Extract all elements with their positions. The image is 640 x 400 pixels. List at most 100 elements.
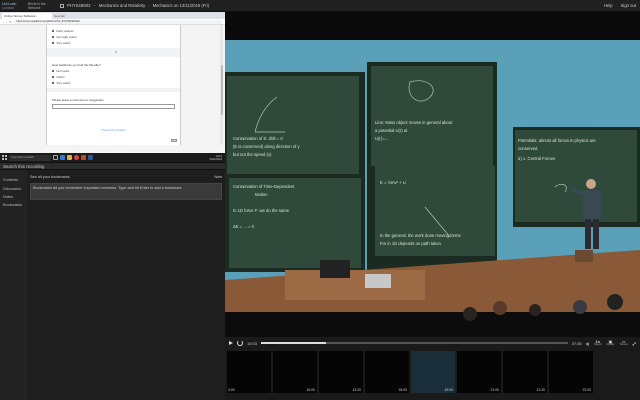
- help-link[interactable]: Help: [604, 3, 613, 8]
- thumbnail-time: 21:00: [490, 388, 500, 392]
- play-icon[interactable]: [229, 341, 233, 345]
- lecture-scene: Conservation of E: d/dt = 0 (E is conser…: [225, 12, 640, 337]
- survey-option[interactable]: Not useful: [52, 69, 175, 73]
- nav-bookmarks[interactable]: Bookmarks: [0, 201, 27, 209]
- thumbnail[interactable]: 21:00: [457, 351, 501, 393]
- network-line2: Network: [28, 5, 41, 10]
- survey-option[interactable]: Very useful: [52, 41, 175, 45]
- thumbnail[interactable]: 0:00: [227, 351, 271, 393]
- scroll-thumb[interactable]: [220, 65, 223, 115]
- browser-tab-new[interactable]: New tab: [52, 13, 102, 19]
- thumbnail[interactable]: 21:30: [503, 351, 547, 393]
- thumbnail-time: 13:20: [352, 388, 362, 392]
- survey-option[interactable]: Not really useful: [52, 35, 175, 39]
- thumbnail-time: 18:00: [398, 388, 408, 392]
- board1-line3: but not the speed (v): [233, 152, 272, 157]
- thumbnail[interactable]: 10:00: [273, 351, 317, 393]
- side-nav: Contents Discussion Notes Bookmarks: [0, 170, 27, 400]
- option-label: Not useful: [56, 69, 69, 73]
- browser-tabs: Online Survey Software New tab: [0, 12, 225, 19]
- thumbnail[interactable]: 18:00: [365, 351, 409, 393]
- speed-label: Speed: [593, 343, 602, 346]
- survey-option[interactable]: Very useful: [52, 81, 175, 85]
- reload-icon[interactable]: ↻: [9, 20, 12, 24]
- thumbnail[interactable]: 22:00: [549, 351, 593, 393]
- board5-line2: In the general, the work done moving for…: [380, 233, 461, 238]
- browser-tab-survey[interactable]: Online Survey Software: [2, 13, 52, 19]
- thumbnail[interactable]: 13:20: [319, 351, 363, 393]
- board3-line2: conserved: [518, 146, 538, 151]
- checkbox-icon: [52, 41, 55, 45]
- option-label: Not really useful: [56, 35, 77, 39]
- survey-option[interactable]: Fairly useless: [52, 29, 175, 33]
- search-recording-input[interactable]: Search this recording: [0, 162, 225, 170]
- survey-form: Fairly useless Not really useful Very us…: [46, 25, 181, 145]
- form-footer[interactable]: Powered by Qualtrics: [52, 129, 175, 132]
- thumbnail-time: 22:00: [582, 388, 592, 392]
- taskbar-clock: 10:12 13/11/2019: [209, 155, 222, 161]
- checkbox-icon: [52, 29, 55, 33]
- nav-discussion[interactable]: Discussion: [0, 184, 27, 192]
- blackboard-4: [229, 178, 361, 268]
- board1-line1: Conservation of E: d/dt = 0: [233, 136, 283, 141]
- screen-button[interactable]: ▭ Screen: [620, 340, 628, 347]
- sign-out-link[interactable]: Sign out: [621, 3, 636, 8]
- clock-date: 13/11/2019: [209, 157, 222, 161]
- survey-question: How helpful do you find the Moodle?: [52, 63, 101, 67]
- thumbnail-strip: 0:00 10:00 13:20 18:00 19:00 21:00 21:30…: [225, 349, 640, 400]
- seek-bar[interactable]: [261, 342, 568, 344]
- blackboard-3: [515, 130, 637, 222]
- page-scrollbar[interactable]: [220, 25, 223, 145]
- file-explorer-icon[interactable]: [67, 155, 72, 160]
- back-arrow-icon[interactable]: ‹: [3, 20, 4, 24]
- thumbnail[interactable]: 19:00: [411, 351, 455, 393]
- divider-text: ||: [115, 50, 117, 54]
- course-title[interactable]: Mechanics and Relativity: [99, 3, 145, 8]
- comment-textarea[interactable]: [52, 104, 175, 109]
- board1-line2: (E is conserved) along direction of y: [233, 144, 300, 149]
- option-label: Fairly useless: [56, 29, 74, 33]
- volume-button[interactable]: ◂): [586, 341, 589, 345]
- comment-prompt: Please leave a comment or suggestion: [52, 98, 104, 102]
- task-view-icon[interactable]: [53, 155, 58, 160]
- board4-line4: ΔE = ... = 0: [233, 224, 255, 229]
- network-link[interactable]: Brickt in the Network: [28, 1, 50, 11]
- address-bar[interactable]: https://xxxxx.qualtrics.com/jfe/form/SV_…: [13, 19, 222, 24]
- bookmarks-title[interactable]: See all your bookmarks: [30, 175, 70, 179]
- breadcrumb-separator: ›: [148, 3, 150, 8]
- board4-line2: Motion: [255, 192, 268, 197]
- survey-option[interactable]: Useful: [52, 75, 175, 79]
- nav-contents[interactable]: Contents: [0, 176, 27, 184]
- lecture-video[interactable]: Conservation of E: d/dt = 0 (E is conser…: [225, 12, 640, 337]
- course-code[interactable]: PHYS4B002: [67, 3, 91, 8]
- forward-arrow-icon[interactable]: ›: [6, 20, 7, 24]
- university-logo[interactable]: Uni Lndn London: [2, 1, 24, 11]
- taskbar-search[interactable]: Type here to search: [9, 154, 51, 161]
- fullscreen-button[interactable]: ⤢: [633, 341, 636, 345]
- checkbox-icon: [52, 35, 55, 39]
- windows-start-icon[interactable]: [2, 155, 7, 160]
- quality-button[interactable]: ▣ Quality: [607, 340, 615, 347]
- board2-line3: U(r)=...: [375, 136, 388, 141]
- laptop: [365, 274, 391, 288]
- board4-line3: In 1D force F: we do the same: [233, 208, 290, 213]
- top-bar: Uni Lndn London Brickt in the Network PH…: [0, 0, 640, 12]
- rewind-icon[interactable]: [237, 340, 243, 346]
- word-icon[interactable]: [88, 155, 93, 160]
- player-controls: 10:03 47:35 ◂) 1x Speed ▣ Quality ▭ Screen …: [225, 337, 640, 349]
- bookmarks-panel: See all your bookmarks New Bookmarks let…: [27, 170, 225, 400]
- board2-line1: Line: Mass object moves in general about: [375, 120, 453, 125]
- edge-browser-icon[interactable]: [60, 155, 65, 160]
- speed-button[interactable]: 1x Speed: [593, 340, 602, 347]
- bookmarks-message: Bookmarks let you remember important mom…: [30, 183, 222, 200]
- new-bookmark-button[interactable]: New: [214, 175, 222, 179]
- logo-line2: London: [2, 5, 14, 10]
- next-button[interactable]: [171, 139, 177, 142]
- powerpoint-icon[interactable]: [81, 155, 86, 160]
- nav-notes[interactable]: Notes: [0, 193, 27, 201]
- thumbnail-time: 0:00: [228, 388, 235, 392]
- form-divider: ||: [47, 48, 180, 57]
- thumbnail-time: 19:00: [444, 388, 454, 392]
- screen-share-view[interactable]: Online Survey Software New tab ‹ › ↻ htt…: [0, 12, 225, 162]
- chrome-icon[interactable]: [74, 155, 79, 160]
